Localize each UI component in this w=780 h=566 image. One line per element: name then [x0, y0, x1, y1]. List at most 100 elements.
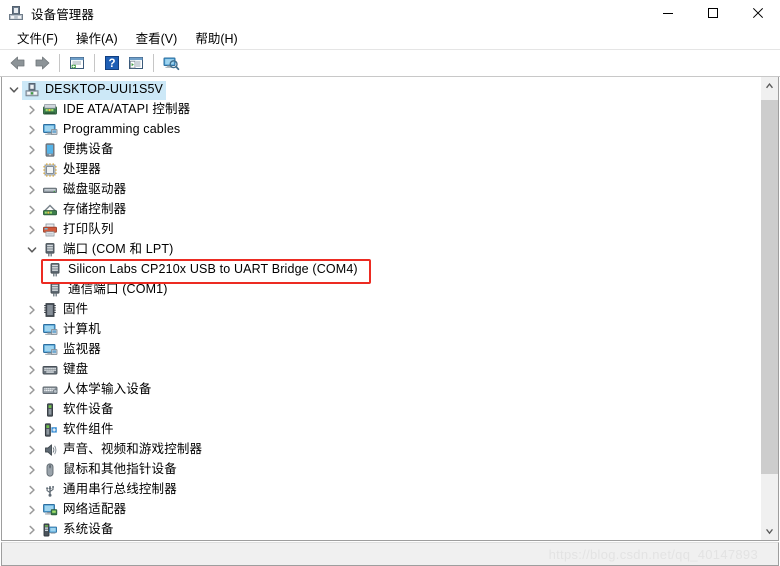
tree-node-content[interactable]: 处理器 — [40, 161, 104, 180]
menu-file[interactable]: 文件(F) — [8, 26, 67, 50]
tree-node[interactable]: IDE ATA/ATAPI 控制器 — [2, 100, 760, 120]
tree-node-content[interactable]: 声音、视频和游戏控制器 — [40, 441, 205, 460]
chevron-right-icon[interactable] — [24, 160, 40, 180]
tree-node-content[interactable]: 通信端口 (COM1) — [45, 281, 171, 300]
tree-node[interactable]: 便携设备 — [2, 140, 760, 160]
chevron-down-icon[interactable] — [24, 240, 40, 260]
tree-node-label: 键盘 — [63, 362, 89, 377]
tree-node-content[interactable]: 打印队列 — [40, 221, 117, 240]
tree-node[interactable]: Programming cables — [2, 120, 760, 140]
tree-node[interactable]: 软件组件 — [2, 420, 760, 440]
properties-icon[interactable] — [65, 51, 89, 75]
back-arrow-icon[interactable] — [6, 51, 30, 75]
monitor-icon — [42, 342, 58, 358]
menu-help[interactable]: 帮助(H) — [186, 26, 246, 50]
chevron-right-icon[interactable] — [24, 420, 40, 440]
chevron-right-icon[interactable] — [24, 440, 40, 460]
tree-node[interactable]: 网络适配器 — [2, 500, 760, 520]
chevron-right-icon[interactable] — [24, 400, 40, 420]
chevron-right-icon[interactable] — [24, 480, 40, 500]
tree-node[interactable]: 处理器 — [2, 160, 760, 180]
chevron-right-icon[interactable] — [24, 320, 40, 340]
tree-node-content[interactable]: 网络适配器 — [40, 501, 129, 520]
device-manager-icon — [8, 5, 24, 21]
tree-node-label: 计算机 — [63, 322, 101, 337]
scrollbar-down-button[interactable] — [761, 523, 778, 540]
device-tree[interactable]: DESKTOP-UUI1S5V IDE ATA/ATAPI 控制器 Programm… — [2, 77, 760, 540]
tree-node[interactable]: 计算机 — [2, 320, 760, 340]
tree-node-content[interactable]: 系统设备 — [40, 521, 117, 540]
chevron-right-icon[interactable] — [24, 140, 40, 160]
tree-node-content[interactable]: 便携设备 — [40, 141, 117, 160]
chevron-right-icon[interactable] — [24, 180, 40, 200]
chevron-down-icon[interactable] — [6, 80, 22, 100]
chevron-right-icon[interactable] — [24, 300, 40, 320]
tree-node-content[interactable]: Silicon Labs CP210x USB to UART Bridge (… — [45, 261, 361, 280]
vertical-scrollbar[interactable] — [760, 77, 778, 540]
scrollbar-track[interactable] — [761, 94, 778, 523]
tree-node[interactable]: 软件设备 — [2, 400, 760, 420]
tree-node[interactable]: 端口 (COM 和 LPT) — [2, 240, 760, 260]
tree-node[interactable]: 固件 — [2, 300, 760, 320]
tree-node[interactable]: 人体学输入设备 — [2, 380, 760, 400]
tree-node-content[interactable]: 软件设备 — [40, 401, 117, 420]
close-button[interactable] — [735, 0, 780, 26]
tree-node-content[interactable]: 固件 — [40, 301, 91, 320]
tree-node-content[interactable]: 端口 (COM 和 LPT) — [40, 241, 176, 260]
chevron-right-icon[interactable] — [24, 360, 40, 380]
toolbar-separator-2 — [94, 54, 95, 72]
chevron-right-icon[interactable] — [24, 520, 40, 540]
tree-node-content[interactable]: IDE ATA/ATAPI 控制器 — [40, 101, 193, 120]
tree-node-content[interactable]: 存储控制器 — [40, 201, 129, 220]
tree-node[interactable]: 通用串行总线控制器 — [2, 480, 760, 500]
tree-node-content[interactable]: 磁盘驱动器 — [40, 181, 129, 200]
tree-node[interactable]: 系统设备 — [2, 520, 760, 540]
tree-node[interactable]: 通信端口 (COM1) — [2, 280, 760, 300]
menu-action[interactable]: 操作(A) — [67, 26, 127, 50]
chevron-right-icon[interactable] — [24, 500, 40, 520]
help-icon[interactable]: ? — [100, 51, 124, 75]
chevron-right-icon[interactable] — [24, 220, 40, 240]
tree-node[interactable]: 键盘 — [2, 360, 760, 380]
tree-node[interactable]: 鼠标和其他指针设备 — [2, 460, 760, 480]
menu-view[interactable]: 查看(V) — [127, 26, 187, 50]
chevron-right-icon[interactable] — [24, 380, 40, 400]
port-icon — [47, 282, 63, 298]
tree-node-content[interactable]: 键盘 — [40, 361, 91, 380]
minimize-button[interactable] — [645, 0, 690, 26]
tree-node[interactable]: 存储控制器 — [2, 200, 760, 220]
tree-node-label: Programming cables — [63, 122, 181, 137]
chevron-right-icon[interactable] — [24, 460, 40, 480]
tree-node[interactable]: 磁盘驱动器 — [2, 180, 760, 200]
chevron-right-icon[interactable] — [24, 100, 40, 120]
tree-root-node[interactable]: DESKTOP-UUI1S5V — [2, 80, 760, 100]
tree-node-label: 端口 (COM 和 LPT) — [63, 242, 174, 257]
tree-node[interactable]: 监视器 — [2, 340, 760, 360]
tree-node-content[interactable]: 监视器 — [40, 341, 104, 360]
tree-node-content[interactable]: 软件组件 — [40, 421, 117, 440]
tree-node-label: 软件组件 — [63, 422, 114, 437]
portable-device-icon — [42, 142, 58, 158]
tree-node[interactable]: 打印队列 — [2, 220, 760, 240]
scrollbar-thumb[interactable] — [761, 100, 778, 474]
tree-node-content[interactable]: Programming cables — [40, 121, 183, 140]
tree-node-label: 系统设备 — [63, 522, 114, 537]
scan-hardware-changes-icon[interactable] — [159, 51, 183, 75]
tree-node[interactable]: 声音、视频和游戏控制器 — [2, 440, 760, 460]
scrollbar-up-button[interactable] — [761, 77, 778, 94]
tree-node-content[interactable]: 鼠标和其他指针设备 — [40, 461, 180, 480]
tree-node-content[interactable]: 人体学输入设备 — [40, 381, 155, 400]
chevron-right-icon[interactable] — [24, 340, 40, 360]
disk-drive-icon — [42, 182, 58, 198]
title-bar: 设备管理器 — [0, 0, 780, 26]
maximize-button[interactable] — [690, 0, 735, 26]
tree-node-content[interactable]: 通用串行总线控制器 — [40, 481, 180, 500]
chevron-right-icon[interactable] — [24, 200, 40, 220]
tree-node[interactable]: Silicon Labs CP210x USB to UART Bridge (… — [2, 260, 760, 280]
forward-arrow-icon[interactable] — [30, 51, 54, 75]
tree-node-content[interactable]: 计算机 — [40, 321, 104, 340]
ide-controller-icon — [42, 102, 58, 118]
tree-node-content[interactable]: DESKTOP-UUI1S5V — [22, 80, 167, 100]
chevron-right-icon[interactable] — [24, 120, 40, 140]
update-driver-icon[interactable] — [124, 51, 148, 75]
